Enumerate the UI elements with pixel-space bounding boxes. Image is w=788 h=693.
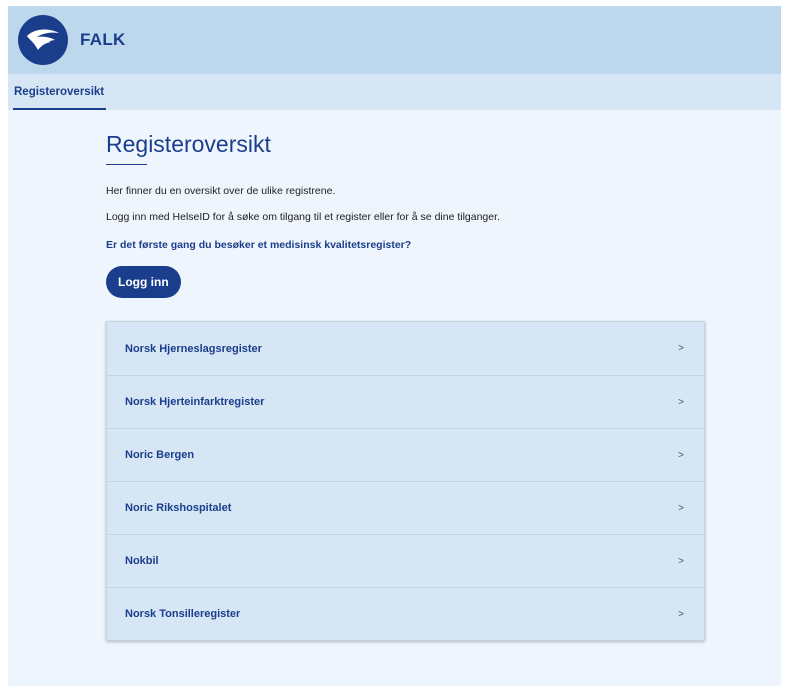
- register-item[interactable]: Noric Rikshospitalet >: [107, 481, 704, 534]
- chevron-right-icon: >: [678, 502, 684, 514]
- app-frame: FALK Registeroversikt Registeroversikt H…: [8, 6, 781, 686]
- login-button[interactable]: Logg inn: [106, 266, 181, 299]
- login-hint-text: Logg inn med HelseID for å søke om tilga…: [106, 211, 500, 224]
- register-name: Norsk Hjerneslagsregister: [125, 342, 262, 355]
- intro-text: Her finner du en oversikt over de ulike …: [106, 184, 336, 197]
- tab-registeroversikt[interactable]: Registeroversikt: [8, 74, 110, 110]
- register-item[interactable]: Nokbil >: [107, 534, 704, 587]
- chevron-right-icon: >: [678, 608, 684, 620]
- chevron-right-icon: >: [678, 396, 684, 408]
- register-name: Norsk Hjerteinfarktregister: [125, 396, 265, 408]
- top-header: FALK: [8, 6, 781, 74]
- main-nav: Registeroversikt: [8, 74, 781, 110]
- bird-logo-icon[interactable]: [18, 15, 68, 65]
- main-content: Registeroversikt Her finner du en oversi…: [106, 110, 706, 299]
- chevron-right-icon: >: [678, 449, 684, 461]
- register-item[interactable]: Noric Bergen >: [107, 428, 704, 481]
- brand-name: FALK: [80, 30, 126, 49]
- first-time-link[interactable]: Er det første gang du besøker et medisin…: [106, 239, 706, 251]
- register-item[interactable]: Norsk Hjerneslagsregister >: [107, 322, 704, 375]
- page-title: Registeroversikt: [106, 131, 271, 157]
- register-name: Norsk Tonsilleregister: [125, 608, 241, 620]
- chevron-right-icon: >: [678, 343, 684, 354]
- title-underline: [106, 163, 147, 165]
- register-item[interactable]: Norsk Hjerteinfarktregister >: [107, 375, 704, 428]
- register-name: Noric Rikshospitalet: [125, 502, 232, 514]
- chevron-right-icon: >: [678, 555, 684, 567]
- register-name: Noric Bergen: [125, 449, 195, 461]
- register-name: Nokbil: [125, 555, 159, 567]
- register-item[interactable]: Norsk Tonsilleregister >: [107, 587, 704, 640]
- register-list: Norsk Hjerneslagsregister > Norsk Hjerte…: [106, 321, 705, 641]
